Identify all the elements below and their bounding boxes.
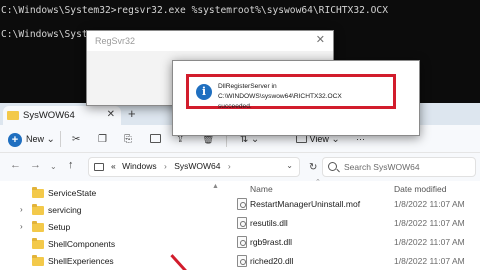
toolbar-divider [60, 131, 61, 147]
new-button-label: New [26, 134, 45, 144]
sidebar-item-label: servicing [48, 205, 82, 215]
address-dropdown-icon[interactable]: ⌄ [286, 161, 293, 170]
back-arrow-icon[interactable]: ← [10, 159, 21, 171]
sidebar-item-label: ServiceState [48, 188, 97, 198]
copy-button[interactable]: ❐ [98, 131, 107, 147]
breadcrumb-separator-icon[interactable]: › [164, 161, 167, 171]
rename-icon [150, 134, 161, 143]
dialog-message-highlight: i DllRegisterServer in C:\WINDOWS\syswow… [186, 74, 398, 112]
file-date: 1/8/2022 11:07 AM [394, 199, 465, 209]
address-bar[interactable]: « Windows › SysWOW64 › ⌄ [88, 157, 300, 177]
dialog-message: DllRegisterServer in C:\WINDOWS\syswow64… [218, 82, 398, 112]
file-icon [237, 198, 247, 210]
navigation-pane: ServiceState › servicing › Setup ShellCo… [0, 181, 219, 270]
recent-locations-chevron-icon[interactable]: ⌄ [50, 162, 57, 171]
file-icon [237, 236, 247, 248]
cut-button[interactable]: ✂ [72, 131, 80, 147]
scroll-up-caret-icon[interactable]: ▲ [212, 183, 219, 190]
folder-icon [7, 111, 19, 120]
dialog-message-line1: DllRegisterServer in C:\WINDOWS\syswow64… [218, 83, 342, 100]
breadcrumb-syswow64[interactable]: SysWOW64 [174, 161, 220, 171]
folder-icon [32, 187, 44, 198]
column-name-header[interactable]: Name [250, 184, 273, 194]
scissors-icon: ✂ [72, 134, 81, 145]
sidebar-item-label: Setup [48, 222, 71, 232]
search-placeholder: Search SysWOW64 [344, 162, 420, 172]
file-row[interactable]: resutils.dll 1/8/2022 11:07 AM [220, 214, 480, 232]
column-date-header[interactable]: Date modified [394, 184, 446, 194]
sidebar-item-label: ShellExperiences [48, 256, 114, 266]
breadcrumb: « Windows › SysWOW64 › [111, 161, 236, 171]
breadcrumb-separator-icon[interactable]: › [228, 161, 231, 171]
up-arrow-icon[interactable]: ↑ [68, 159, 74, 171]
rename-button[interactable] [150, 131, 161, 147]
file-name: resutils.dll [250, 218, 288, 228]
breadcrumb-windows[interactable]: Windows [122, 161, 156, 171]
file-icon [237, 255, 247, 267]
file-row[interactable]: RestartManagerUninstall.mof 1/8/2022 11:… [220, 195, 480, 213]
file-date: 1/8/2022 11:07 AM [394, 256, 465, 266]
sidebar-item-label: ShellComponents [48, 239, 116, 249]
search-input[interactable]: Search SysWOW64 [322, 157, 476, 177]
clipboard-icon: ⎘ [124, 134, 132, 145]
address-row: ← → ⌄ ↑ « Windows › SysWOW64 › ⌄ ↻ Searc… [0, 153, 480, 181]
tab-syswow64[interactable]: SysWOW64 ✕ [3, 106, 121, 125]
this-pc-icon [94, 163, 104, 171]
new-plus-icon: + [8, 133, 22, 147]
folder-icon [32, 255, 44, 266]
tab-close-button[interactable]: ✕ [107, 109, 115, 120]
file-row[interactable]: rgb9rast.dll 1/8/2022 11:07 AM [220, 233, 480, 251]
folder-icon [32, 204, 44, 215]
new-button[interactable]: New ⌄ [26, 131, 55, 147]
info-icon: i [196, 84, 212, 100]
console-command-line: C:\Windows\System32>regsvr32.exe %system… [1, 5, 388, 16]
forward-arrow-icon[interactable]: → [30, 159, 41, 171]
file-date: 1/8/2022 11:07 AM [394, 237, 465, 247]
file-list: ⌃ Name Date modified RestartManagerUnins… [220, 179, 480, 270]
paste-button[interactable]: ⎘ [124, 131, 132, 147]
folder-icon [32, 221, 44, 232]
file-name: RestartManagerUninstall.mof [250, 199, 361, 209]
dialog-message-layer: i DllRegisterServer in C:\WINDOWS\syswow… [86, 30, 420, 136]
expand-chevron-icon[interactable]: › [20, 202, 23, 218]
breadcrumb-overflow[interactable]: « [111, 161, 116, 171]
dialog-message-line2: succeeded. [218, 103, 252, 110]
tab-label: SysWOW64 [23, 110, 75, 121]
search-icon [328, 162, 337, 171]
file-row[interactable]: riched20.dll 1/8/2022 11:07 AM [220, 252, 480, 270]
chevron-down-icon: ⌄ [46, 134, 55, 145]
file-name: rgb9rast.dll [250, 237, 293, 247]
refresh-icon[interactable]: ↻ [309, 162, 317, 173]
new-tab-button[interactable]: + [128, 106, 136, 121]
expand-chevron-icon[interactable]: › [20, 219, 23, 235]
file-date: 1/8/2022 11:07 AM [394, 218, 465, 228]
sort-caret-icon: ⌃ [315, 179, 321, 186]
folder-icon [32, 238, 44, 249]
file-icon [237, 217, 247, 229]
file-name: riched20.dll [250, 256, 294, 266]
copy-icon: ❐ [98, 134, 107, 145]
